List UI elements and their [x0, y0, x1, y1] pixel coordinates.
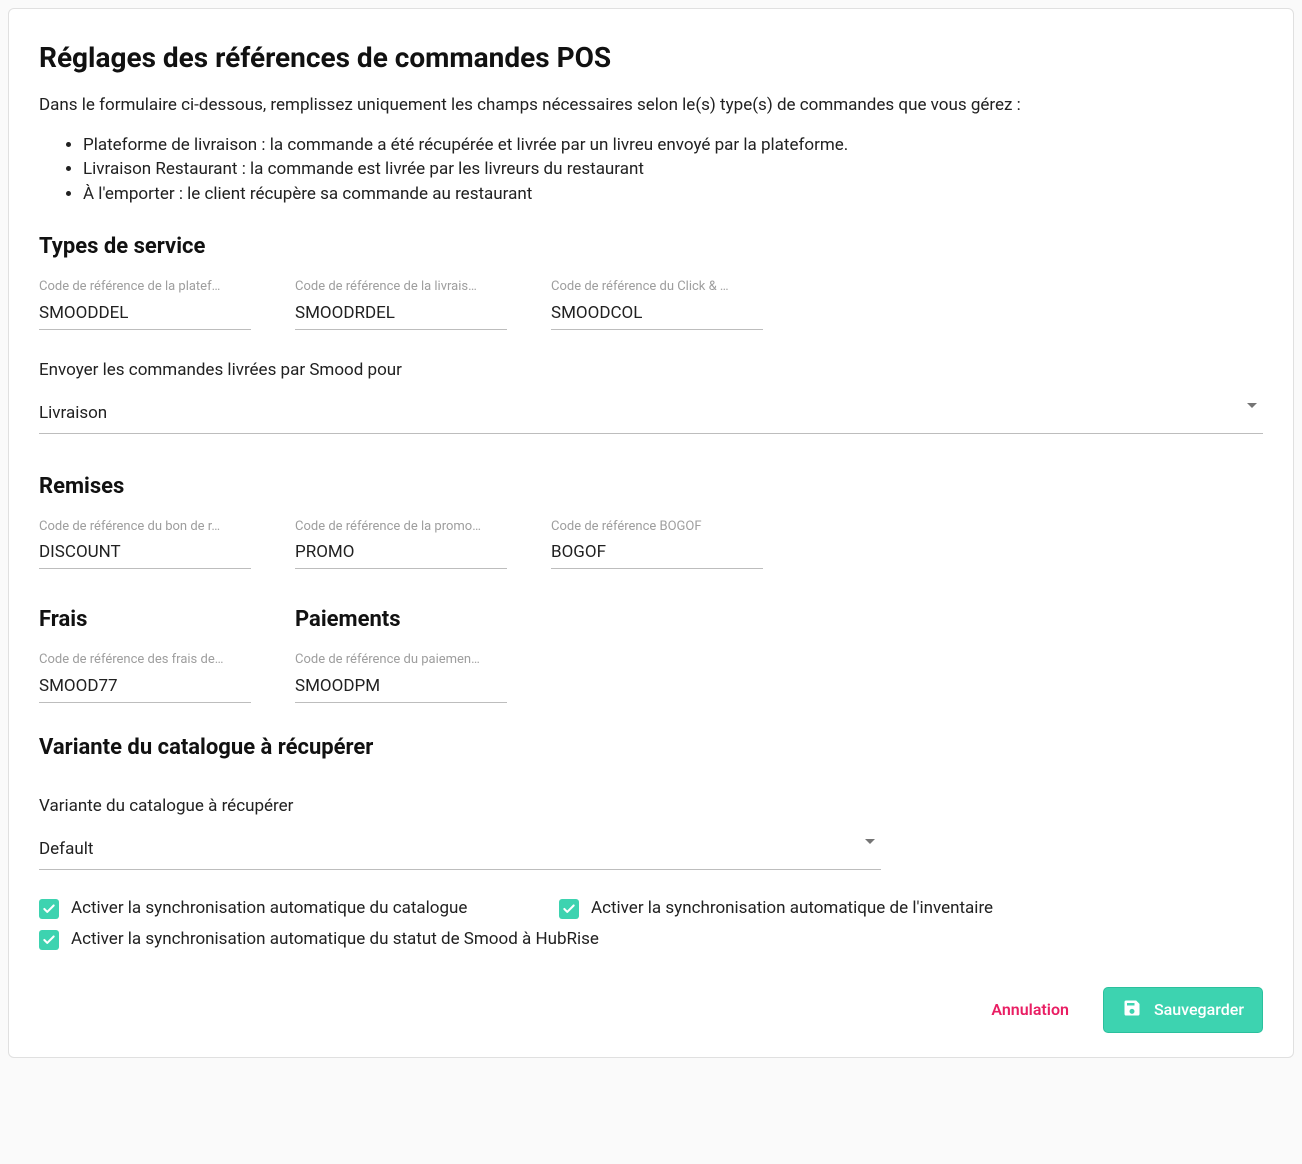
promo-ref-input[interactable] — [295, 540, 507, 569]
platform-ref-label: Code de référence de la platef… — [39, 277, 251, 297]
platform-ref-input[interactable] — [39, 301, 251, 330]
save-button[interactable]: Sauvegarder — [1103, 987, 1263, 1033]
send-orders-block: Envoyer les commandes livrées par Smood … — [39, 358, 1263, 434]
chevron-down-icon — [865, 839, 875, 844]
delivery-fee-field: Code de référence des frais de… — [39, 650, 251, 703]
fees-column: Frais Code de référence des frais de… — [39, 597, 251, 703]
restaurant-ref-input[interactable] — [295, 301, 507, 330]
coupon-ref-input[interactable] — [39, 540, 251, 569]
save-icon — [1122, 998, 1142, 1022]
service-types-heading: Types de service — [39, 230, 1263, 263]
discounts-heading: Remises — [39, 470, 1263, 503]
settings-dialog: Réglages des références de commandes POS… — [8, 8, 1294, 1058]
send-orders-value: Livraison — [39, 403, 107, 423]
fees-heading: Frais — [39, 603, 251, 636]
bullet-item: Plateforme de livraison : la commande a … — [83, 133, 1263, 158]
checkbox-label: Activer la synchronisation automatique d… — [71, 927, 599, 953]
chevron-down-icon — [1247, 403, 1257, 408]
payments-column: Paiements Code de référence du paiemen… — [295, 597, 507, 703]
delivery-fee-input[interactable] — [39, 674, 251, 703]
cancel-button[interactable]: Annulation — [987, 992, 1073, 1027]
checkbox-label: Activer la synchronisation automatique d… — [591, 896, 993, 922]
variant-heading: Variante du catalogue à récupérer — [39, 731, 1263, 764]
send-orders-select[interactable]: Livraison — [39, 401, 1263, 434]
checkbox-group: Activer la synchronisation automatique d… — [39, 896, 1263, 953]
promo-ref-label: Code de référence de la promo… — [295, 517, 507, 537]
checkbox-icon — [559, 899, 579, 919]
checkbox-icon — [39, 899, 59, 919]
click-collect-ref-field: Code de référence du Click & … — [551, 277, 763, 330]
bogof-ref-field: Code de référence BOGOF — [551, 517, 763, 570]
fees-payments-row: Frais Code de référence des frais de… Pa… — [39, 597, 1263, 703]
dialog-actions: Annulation Sauvegarder — [39, 987, 1263, 1033]
click-collect-ref-label: Code de référence du Click & … — [551, 277, 763, 297]
variant-select-block: Variante du catalogue à récupérer Defaul… — [39, 794, 881, 870]
click-collect-ref-input[interactable] — [551, 301, 763, 330]
variant-select-label: Variante du catalogue à récupérer — [39, 794, 881, 820]
platform-ref-field: Code de référence de la platef… — [39, 277, 251, 330]
coupon-ref-field: Code de référence du bon de r… — [39, 517, 251, 570]
bogof-ref-label: Code de référence BOGOF — [551, 517, 763, 537]
payment-ref-field: Code de référence du paiemen… — [295, 650, 507, 703]
restaurant-ref-field: Code de référence de la livrais… — [295, 277, 507, 330]
bullet-item: À l'emporter : le client récupère sa com… — [83, 182, 1263, 207]
payments-heading: Paiements — [295, 603, 507, 636]
checkbox-status-sync[interactable]: Activer la synchronisation automatique d… — [39, 927, 639, 953]
coupon-ref-label: Code de référence du bon de r… — [39, 517, 251, 537]
page-title: Réglages des références de commandes POS — [39, 37, 1263, 79]
save-button-label: Sauvegarder — [1154, 1000, 1244, 1019]
intro-text: Dans le formulaire ci-dessous, remplisse… — [39, 93, 1263, 119]
promo-ref-field: Code de référence de la promo… — [295, 517, 507, 570]
bogof-ref-input[interactable] — [551, 540, 763, 569]
checkbox-inventory-sync[interactable]: Activer la synchronisation automatique d… — [559, 896, 1019, 922]
send-orders-label: Envoyer les commandes livrées par Smood … — [39, 358, 1263, 384]
checkbox-icon — [39, 930, 59, 950]
checkbox-catalog-sync[interactable]: Activer la synchronisation automatique d… — [39, 896, 499, 922]
discounts-row: Code de référence du bon de r… Code de r… — [39, 517, 1263, 570]
payment-ref-label: Code de référence du paiemen… — [295, 650, 507, 670]
delivery-fee-label: Code de référence des frais de… — [39, 650, 251, 670]
checkbox-label: Activer la synchronisation automatique d… — [71, 896, 467, 922]
variant-select[interactable]: Default — [39, 837, 881, 870]
bullet-item: Livraison Restaurant : la commande est l… — [83, 157, 1263, 182]
restaurant-ref-label: Code de référence de la livrais… — [295, 277, 507, 297]
service-types-row: Code de référence de la platef… Code de … — [39, 277, 1263, 330]
variant-select-value: Default — [39, 839, 93, 859]
payment-ref-input[interactable] — [295, 674, 507, 703]
intro-bullets: Plateforme de livraison : la commande a … — [83, 133, 1263, 207]
